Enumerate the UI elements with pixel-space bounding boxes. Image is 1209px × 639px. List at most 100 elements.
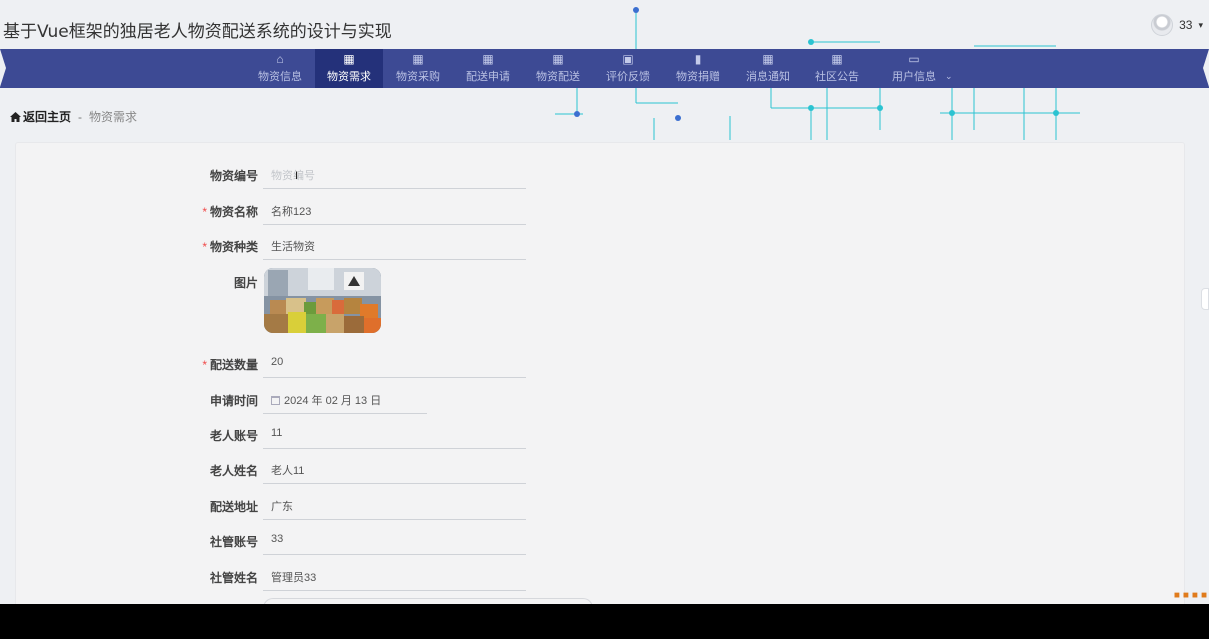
nav-item-1[interactable]: ▦ 物资需求 — [315, 49, 383, 88]
nav-item-9[interactable]: ▭ 用户信息 — [871, 49, 957, 88]
field-label-text: 社管姓名 — [209, 571, 258, 585]
nav-more-icon[interactable]: ⌄ — [945, 71, 953, 82]
field-label: 老人账号 — [210, 427, 258, 444]
nav-item-2[interactable]: ▦ 物资采购 — [383, 49, 453, 88]
form-row-type: * 物资种类 生活物资 — [0, 232, 560, 260]
breadcrumb-home[interactable]: 返回主页 — [10, 108, 71, 125]
field-value: 33 — [271, 533, 284, 545]
code-input[interactable]: 物资编号 — [263, 161, 526, 189]
field-label: * 物资名称 — [202, 203, 258, 220]
app-viewport: 基于Vue框架的独居老人物资配送系统的设计与实现 33 ▾ ⌂ 物资信息 ▦ 物资需求… — [0, 0, 1209, 604]
field-value: 物资编号 — [271, 170, 315, 182]
type-input[interactable]: 生活物资 — [263, 232, 526, 260]
form-row-address: 配送地址 广东 — [0, 492, 560, 520]
avatar — [1151, 14, 1174, 36]
tray-icon: ■ — [1191, 589, 1198, 601]
address-input[interactable]: 广东 — [263, 492, 526, 520]
field-label: 社管账号 — [210, 533, 258, 550]
field-label-text: 物资编号 — [209, 169, 258, 183]
field-label: 物资编号 — [210, 167, 258, 184]
nav-edge-right — [1203, 49, 1209, 87]
grid-icon: ▦ — [412, 52, 424, 66]
tray-icon: ■ — [1173, 589, 1180, 601]
nav-item-label: 物资采购 — [396, 71, 440, 83]
nav-item-label: 物资信息 — [258, 71, 302, 83]
form-row-qty: * 配送数量 20 — [0, 350, 560, 378]
manager_account-input[interactable]: 33 — [263, 527, 526, 555]
field-label: 申请时间 — [210, 392, 258, 409]
date-input[interactable]: 2024 年 02 月 13 日 — [263, 386, 427, 414]
field-value: 2024 年 02 月 13 日 — [284, 395, 382, 407]
house-icon: ⌂ — [276, 52, 284, 66]
image-field-row — [0, 268, 560, 334]
nav-item-label: 评价反馈 — [606, 71, 650, 83]
field-value: 11 — [271, 427, 283, 439]
form-row-elder_account: 老人账号 11 — [0, 421, 560, 449]
field-value: 广东 — [271, 501, 293, 513]
system-tray: ■ ■ ■ ■ — [1174, 588, 1209, 602]
field-label-text: 申请时间 — [209, 394, 258, 408]
grid-icon: ▦ — [482, 52, 494, 66]
nav-menu: ⌂ 物资信息 ▦ 物资需求 ▦ 物资采购 ▦ 配送申请 ▦ 物资配送 ▣ 评价反馈 ▮ 物资捐赠 ▦ 消息通知… — [245, 49, 957, 88]
field-label-text: 配送地址 — [209, 500, 258, 514]
nav-item-8[interactable]: ▦ 社区公告 — [803, 49, 871, 88]
grid-icon: ▦ — [762, 52, 774, 66]
nav-item-5[interactable]: ▣ 评价反馈 — [593, 49, 663, 88]
breadcrumb: 返回主页 - 物资需求 — [10, 108, 137, 125]
tray-icon: ■ — [1200, 589, 1207, 601]
field-label: 配送地址 — [210, 498, 258, 515]
field-label: 社管姓名 — [210, 569, 258, 586]
user-menu[interactable]: 33 ▾ — [1151, 14, 1203, 36]
field-value: 管理员33 — [271, 572, 317, 584]
form-row-name: * 物资名称 名称123 — [0, 197, 560, 225]
field-label: * 配送数量 — [202, 356, 258, 373]
nav-item-label: 社区公告 — [815, 71, 859, 83]
nav-item-label: 消息通知 — [746, 71, 790, 83]
form-row-manager_name: 社管姓名 管理员33 — [0, 563, 560, 591]
bar-chart-icon: ▮ — [694, 52, 702, 66]
side-handle[interactable] — [1201, 288, 1209, 310]
user-name: 33 — [1179, 18, 1193, 32]
grid-icon: ▦ — [343, 52, 355, 66]
home-icon — [10, 111, 21, 122]
nav-item-3[interactable]: ▦ 配送申请 — [453, 49, 523, 88]
field-value: 生活物资 — [271, 241, 315, 253]
form-row-date: 申请时间 2024 年 02 月 13 日 — [0, 386, 560, 414]
field-label-text: 社管账号 — [209, 535, 258, 549]
nav-item-label: 物资捐赠 — [676, 71, 720, 83]
letterbox-bar — [0, 604, 1209, 639]
nav-item-label: 物资需求 — [327, 71, 371, 83]
qty-input[interactable]: 20 — [263, 350, 526, 378]
field-label-text: 老人姓名 — [209, 464, 258, 478]
field-label-text: 物资种类 — [209, 240, 258, 254]
manager_name-input[interactable]: 管理员33 — [263, 563, 526, 591]
app-title: 基于Vue框架的独居老人物资配送系统的设计与实现 — [3, 22, 392, 42]
nav-edge-left — [0, 49, 6, 87]
field-label-text: 配送数量 — [209, 358, 258, 372]
calendar-icon — [271, 396, 280, 405]
tray-icon: ■ — [1182, 589, 1189, 601]
material-image-thumbnail[interactable] — [264, 268, 381, 333]
nav-item-label: 用户信息 — [892, 71, 936, 83]
nav-item-6[interactable]: ▮ 物资捐赠 — [663, 49, 733, 88]
chevron-down-icon: ▾ — [1198, 19, 1203, 30]
breadcrumb-current: 物资需求 — [89, 110, 138, 124]
elder_account-input[interactable]: 11 — [263, 421, 526, 449]
nav-item-label: 物资配送 — [536, 71, 580, 83]
nav-item-label: 配送申请 — [466, 71, 510, 83]
required-mark: * — [202, 205, 207, 219]
name-input[interactable]: 名称123 — [263, 197, 526, 225]
field-value: 名称123 — [271, 206, 312, 218]
grid-icon: ▦ — [831, 52, 843, 66]
elder_name-input[interactable]: 老人11 — [263, 456, 526, 484]
field-value: 20 — [271, 356, 284, 368]
form-row-manager_account: 社管账号 33 — [0, 527, 560, 555]
form-row-elder_name: 老人姓名 老人11 — [0, 456, 560, 484]
clipboard-icon: ▣ — [622, 52, 634, 66]
field-label: 老人姓名 — [210, 462, 258, 479]
nav-item-7[interactable]: ▦ 消息通知 — [733, 49, 803, 88]
required-mark: * — [202, 358, 207, 372]
nav-item-4[interactable]: ▦ 物资配送 — [523, 49, 593, 88]
nav-item-0[interactable]: ⌂ 物资信息 — [245, 49, 315, 88]
breadcrumb-home-label: 返回主页 — [23, 110, 72, 124]
